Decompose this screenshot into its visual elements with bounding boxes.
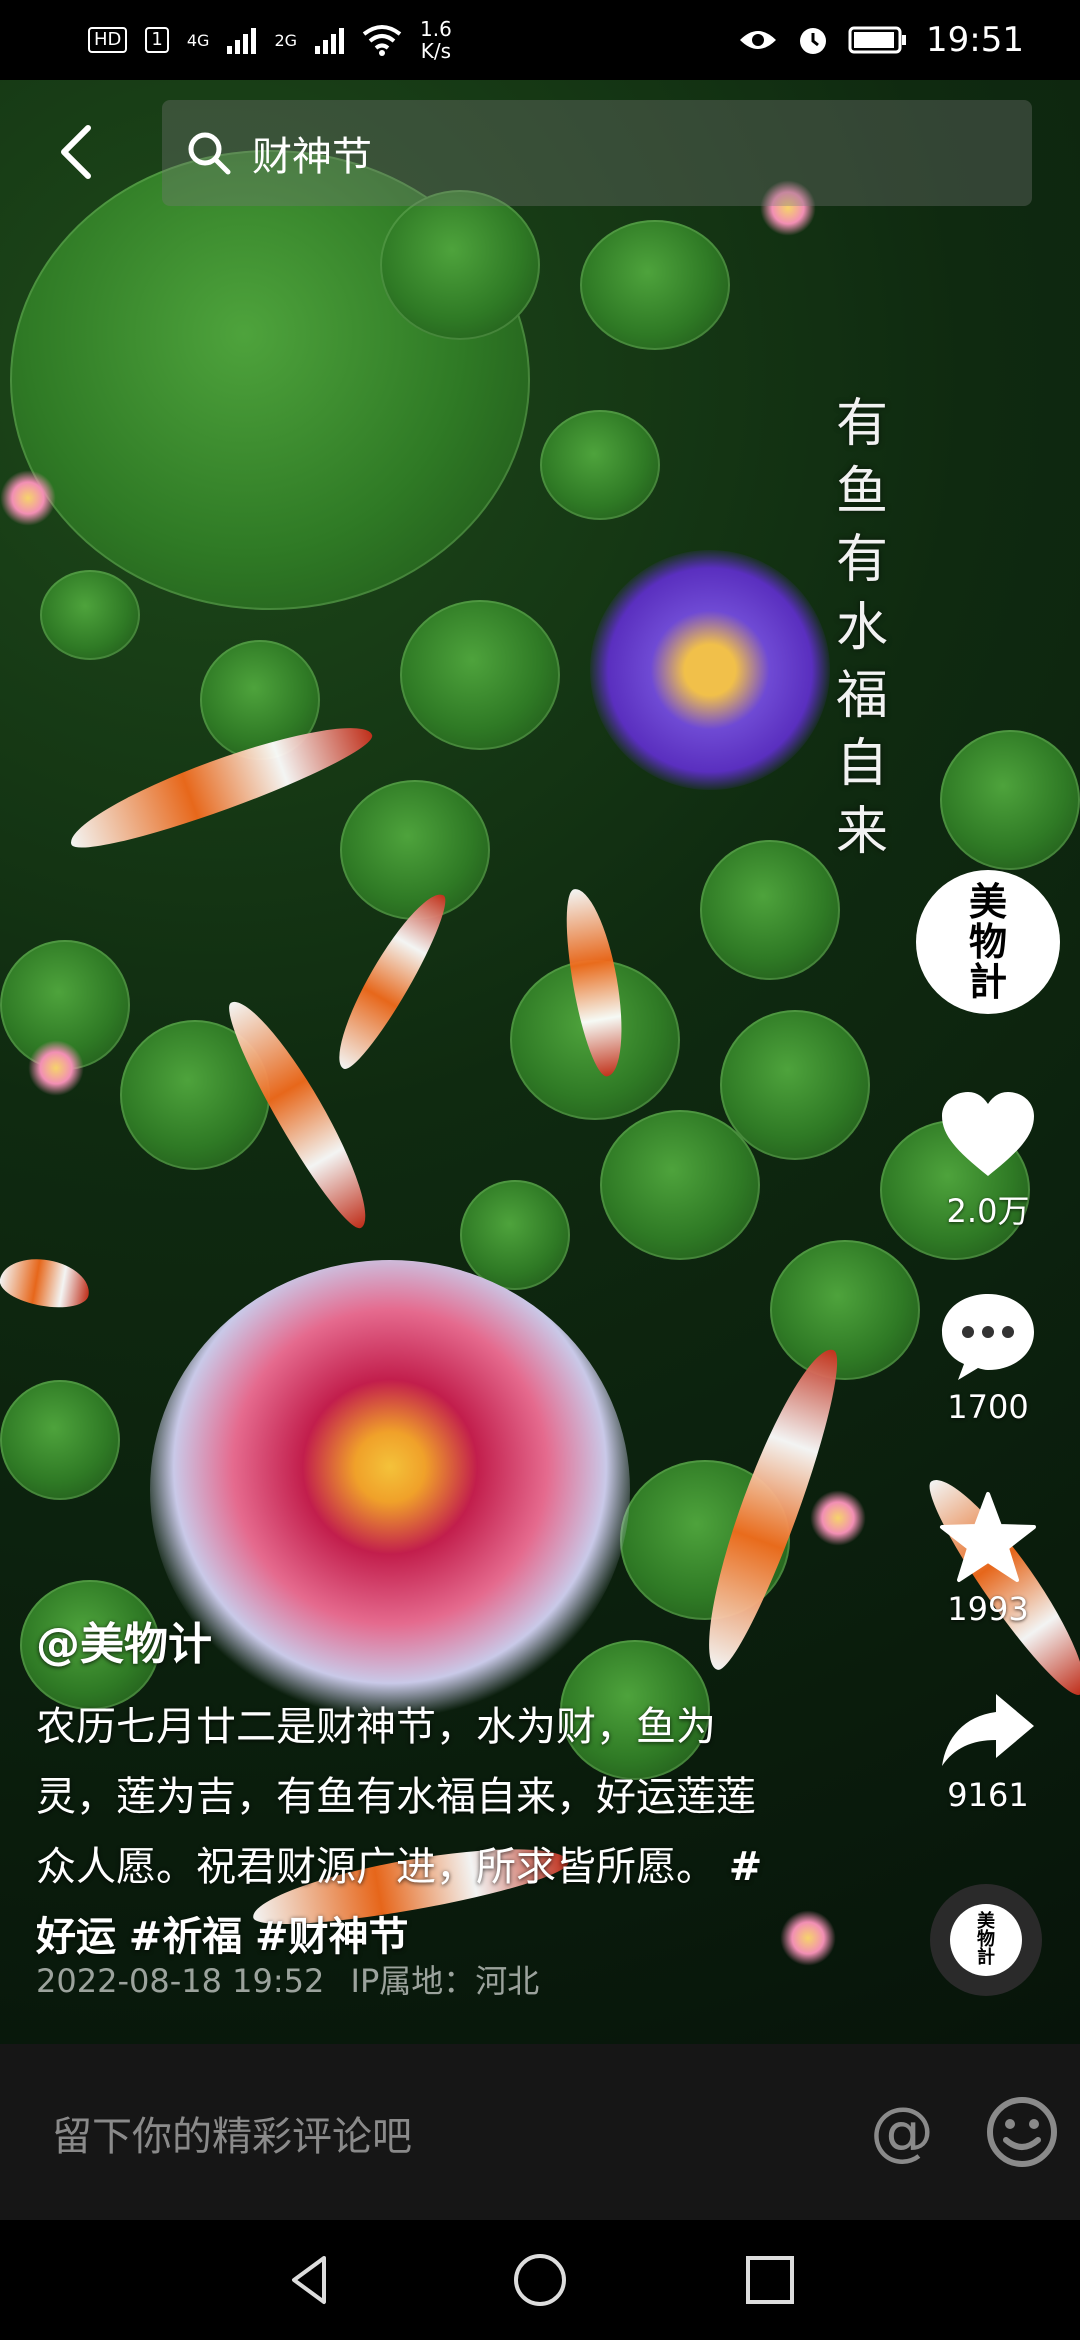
pink-lotus — [150, 1260, 630, 1720]
vertical-char: 有 — [835, 394, 888, 454]
avatar-text: 美物計 — [968, 879, 1007, 1004]
share-arrow-icon — [942, 1694, 1034, 1766]
vertical-char: 福 — [835, 666, 888, 726]
hashtag-link[interactable]: #财神节 — [255, 1914, 409, 1960]
disc-text: 美物計 — [977, 1911, 995, 1968]
vertical-char: 有 — [835, 530, 888, 590]
post-description: 农历七月廿二是财神节，水为财，鱼为灵，莲为吉，有鱼有水福自来，好运莲莲众人愿。祝… — [36, 1692, 766, 1972]
ip-location: IP属地：河北 — [350, 1962, 540, 2000]
hashtag-link[interactable]: #祈福 — [129, 1914, 243, 1960]
vertical-char: 水 — [835, 598, 888, 658]
signal-2-icon — [315, 26, 345, 54]
lily-pad — [580, 220, 730, 350]
alarm-icon — [800, 28, 827, 54]
small-flower — [0, 470, 56, 526]
vertical-char: 自 — [835, 734, 888, 794]
post-meta: 2022-08-18 19:52 IP属地：河北 — [36, 1956, 539, 2002]
lily-pad — [540, 410, 660, 520]
music-disc[interactable]: 美物計 — [930, 1884, 1042, 1996]
heart-icon — [942, 1092, 1034, 1176]
search-icon — [188, 132, 231, 175]
eye-icon — [740, 31, 777, 49]
lily-pad — [400, 600, 560, 750]
nav-back-icon[interactable] — [280, 2250, 340, 2310]
comment-bubble-icon — [942, 1294, 1034, 1380]
like-button[interactable]: 2.0万 — [918, 1090, 1058, 1232]
mention-button[interactable]: @ — [862, 2092, 942, 2172]
network-type-2: 2G — [274, 30, 298, 50]
comment-button[interactable]: 1700 — [918, 1290, 1058, 1426]
lily-pad — [600, 1110, 760, 1260]
vertical-char: 来 — [835, 802, 888, 862]
sim-slot-badge: 1 — [145, 27, 169, 53]
battery-icon — [848, 26, 907, 54]
lily-pad — [460, 1180, 570, 1290]
comment-input[interactable]: 留下你的精彩评论吧 — [52, 2104, 412, 2162]
share-count: 9161 — [947, 1776, 1029, 1814]
speed-value: 1.6 — [420, 17, 452, 41]
star-icon — [940, 1492, 1036, 1582]
favorite-count: 1993 — [947, 1590, 1029, 1628]
smiley-icon — [987, 2097, 1057, 2167]
app-screen: HD 1 4G 2G 1.6 K/s 19:51 有 鱼 有 水 福 自 来 财… — [0, 0, 1080, 2340]
comment-bar: 留下你的精彩评论吧 @ — [0, 2044, 1080, 2220]
search-bar[interactable]: 财神节 — [162, 100, 1032, 206]
description-text: 农历七月廿二是财神节，水为财，鱼为灵，莲为吉，有鱼有水福自来，好运莲莲众人愿。祝… — [36, 1704, 756, 1890]
music-disc-label: 美物計 — [950, 1904, 1022, 1976]
nav-recents-icon[interactable] — [740, 2250, 800, 2310]
lily-pad — [380, 190, 540, 340]
emoji-button[interactable] — [982, 2092, 1062, 2172]
search-query: 财神节 — [252, 134, 372, 180]
vertical-char: 鱼 — [835, 462, 888, 522]
lily-pad — [940, 730, 1080, 870]
post-datetime: 2022-08-18 19:52 — [36, 1962, 325, 2000]
koi-fish — [0, 1252, 94, 1314]
nav-home-icon[interactable] — [510, 2250, 570, 2310]
favorite-button[interactable]: 1993 — [918, 1490, 1058, 1628]
lily-pad — [0, 1380, 120, 1500]
back-button[interactable] — [46, 112, 106, 192]
comment-count: 1700 — [947, 1388, 1029, 1426]
hd-badge: HD — [88, 27, 128, 53]
status-right: 19:51 — [738, 20, 1024, 60]
share-button[interactable]: 9161 — [918, 1690, 1058, 1814]
system-nav-bar — [0, 2220, 1080, 2340]
wifi-icon — [362, 25, 402, 56]
small-flower — [28, 1040, 84, 1096]
purple-lotus — [590, 550, 830, 790]
small-flower — [810, 1490, 866, 1546]
status-left: HD 1 4G 2G 1.6 K/s — [88, 18, 452, 62]
lily-pad — [40, 570, 140, 660]
back-arrow-icon — [61, 125, 91, 179]
network-type-1: 4G — [186, 30, 210, 50]
small-flower — [780, 1910, 836, 1966]
author-avatar[interactable]: 美物計 — [916, 870, 1060, 1014]
speed-unit: K/s — [420, 39, 452, 63]
vertical-caption: 有 鱼 有 水 福 自 来 — [832, 390, 892, 866]
like-count: 2.0万 — [946, 1192, 1030, 1230]
signal-1-icon — [227, 26, 257, 54]
clock: 19:51 — [926, 20, 1024, 60]
lily-pad — [770, 1240, 920, 1380]
lily-pad — [340, 780, 490, 920]
network-speed: 1.6 K/s — [420, 18, 452, 62]
status-bar: HD 1 4G 2G 1.6 K/s 19:51 — [0, 0, 1080, 80]
lily-pad — [700, 840, 840, 980]
author-name[interactable]: @美物计 — [36, 1608, 212, 1672]
